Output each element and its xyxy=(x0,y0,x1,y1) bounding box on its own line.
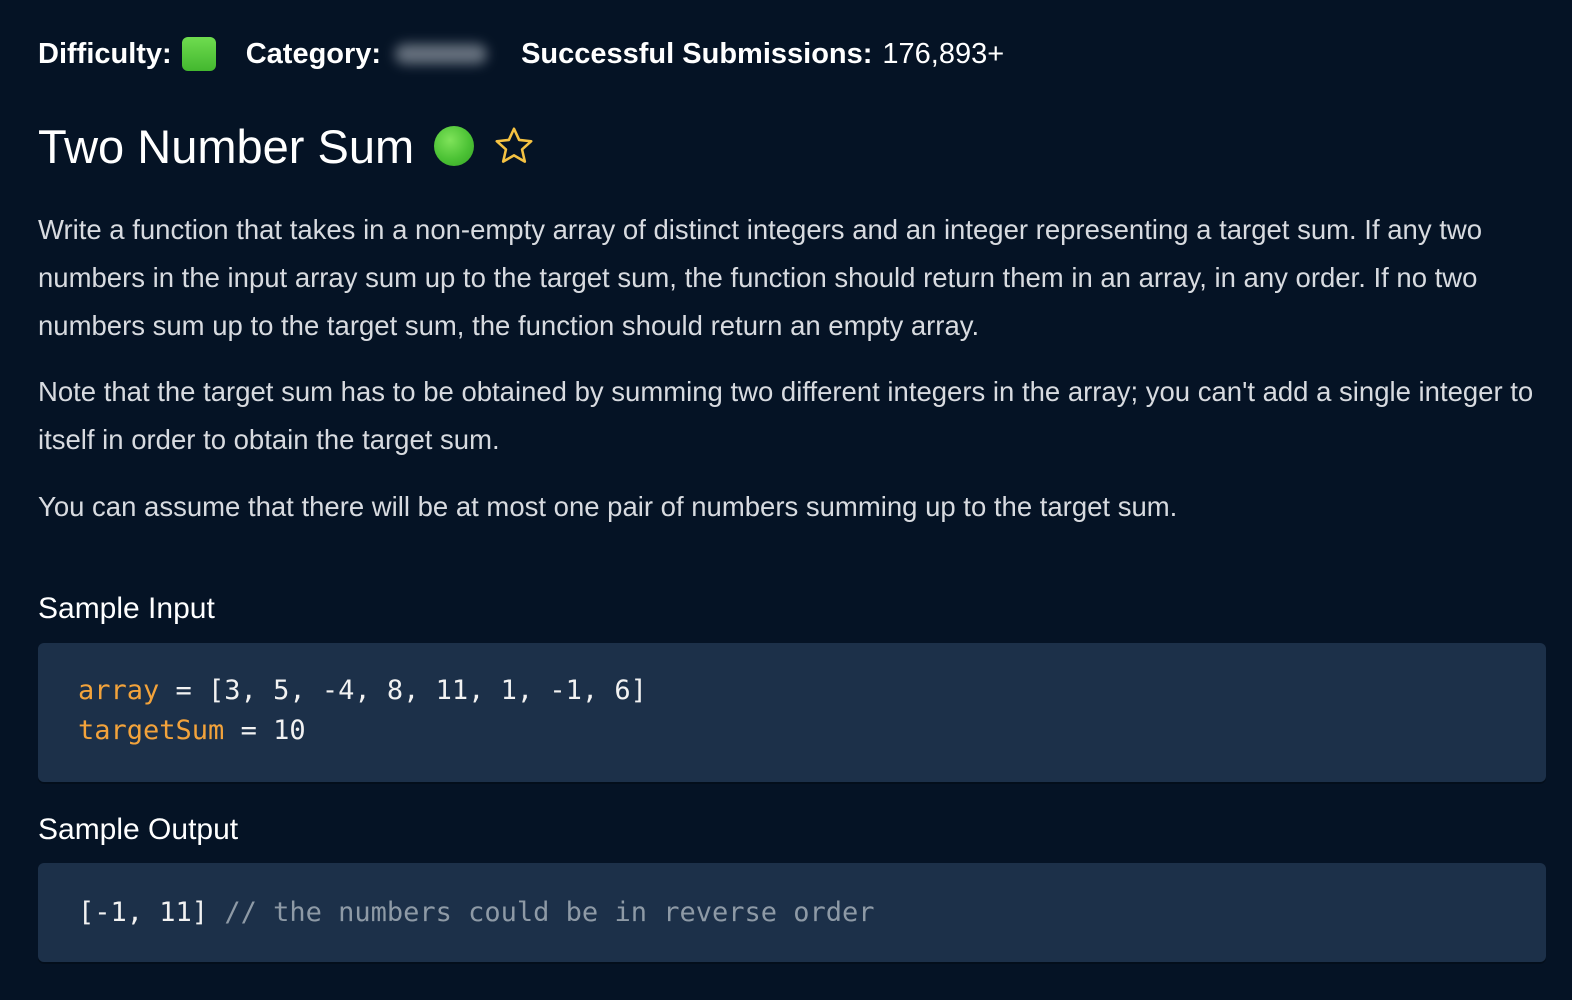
output-comment: // the numbers could be in reverse order xyxy=(224,897,875,928)
star-outline-icon[interactable] xyxy=(492,124,536,168)
sample-output-code: [-1, 11] // the numbers could be in reve… xyxy=(78,893,875,933)
category-value-redacted xyxy=(395,44,488,64)
output-value: [-1, 11] xyxy=(78,897,209,928)
problem-title-row: Two Number Sum xyxy=(38,116,536,176)
problem-meta: Difficulty: Category: Successful Submiss… xyxy=(38,36,1004,72)
array-variable: array xyxy=(78,675,160,706)
sample-output-heading: Sample Output xyxy=(38,813,239,846)
assumption-paragraph: You can assume that there will be at mos… xyxy=(38,491,1178,522)
problem-title: Two Number Sum xyxy=(38,119,415,173)
submissions-count: 176,893+ xyxy=(882,37,1005,70)
sample-input-code-block: array = [3, 5, -4, 8, 11, 1, -1, 6] targ… xyxy=(38,643,1546,782)
sample-output-code-block: [-1, 11] // the numbers could be in reve… xyxy=(38,863,1546,962)
category-label: Category: xyxy=(245,37,382,70)
sample-input-code: array = [3, 5, -4, 8, 11, 1, -1, 6] targ… xyxy=(78,671,647,751)
submissions-label: Successful Submissions: xyxy=(521,37,873,70)
note-paragraph: Note that the target sum has to be obtai… xyxy=(38,376,1534,455)
sample-input-heading: Sample Input xyxy=(38,592,215,625)
description-paragraph: Write a function that takes in a non-emp… xyxy=(38,214,1483,341)
status-dot-icon xyxy=(434,126,475,166)
array-value: = [3, 5, -4, 8, 11, 1, -1, 6] xyxy=(159,675,647,706)
difficulty-indicator xyxy=(181,37,216,71)
target-sum-variable: targetSum xyxy=(78,715,225,746)
target-sum-value: = 10 xyxy=(224,715,306,746)
difficulty-label: Difficulty: xyxy=(38,37,172,70)
